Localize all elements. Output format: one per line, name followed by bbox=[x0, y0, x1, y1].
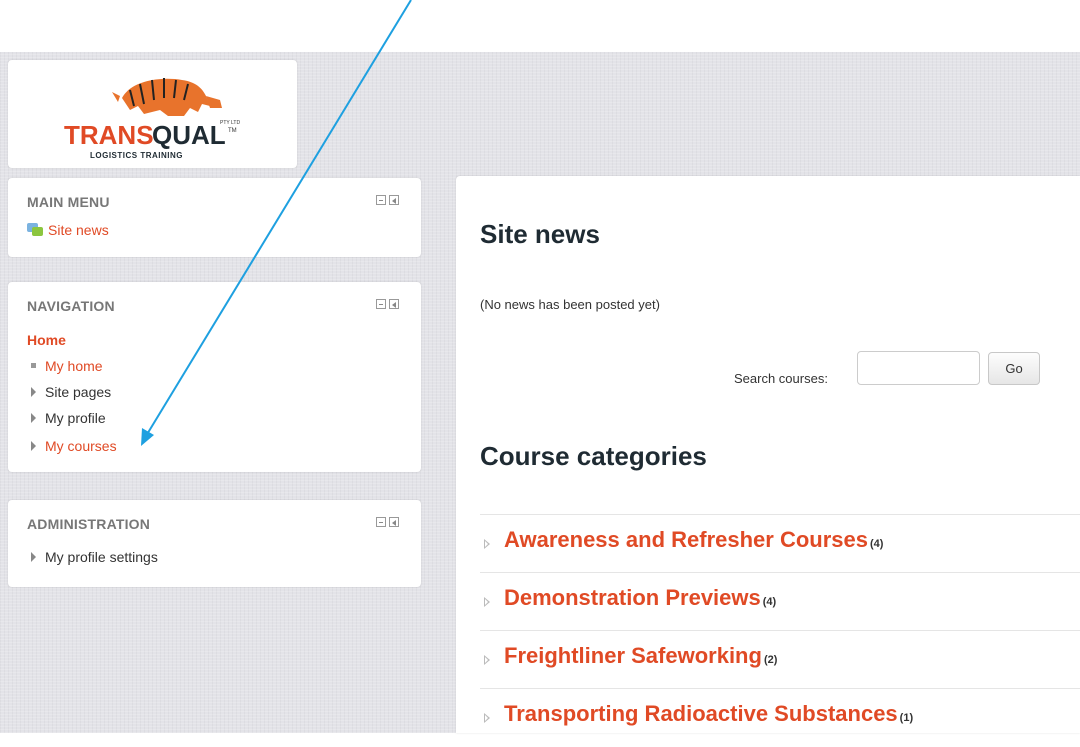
nav-item-my-profile[interactable]: My profile bbox=[31, 410, 106, 426]
administration-title: ADMINISTRATION bbox=[27, 516, 151, 532]
category-row: Awareness and Refresher Courses (4) bbox=[480, 514, 1080, 573]
category-link[interactable]: Awareness and Refresher Courses (4) bbox=[504, 527, 883, 553]
svg-text:PTY LTD: PTY LTD bbox=[220, 120, 240, 126]
navigation-title: NAVIGATION bbox=[27, 298, 115, 314]
expand-category-icon[interactable] bbox=[484, 713, 490, 723]
no-news-message: (No news has been posted yet) bbox=[480, 297, 660, 312]
bullet-square-icon bbox=[31, 363, 36, 368]
category-link[interactable]: Transporting Radioactive Substances (1) bbox=[504, 701, 913, 727]
expand-category-icon[interactable] bbox=[484, 539, 490, 549]
nav-item-my-courses[interactable]: My courses bbox=[31, 438, 117, 454]
main-menu-item-site-news[interactable]: Site news bbox=[27, 222, 109, 238]
site-news-icon bbox=[27, 223, 43, 237]
admin-item-label[interactable]: My profile settings bbox=[45, 549, 158, 565]
nav-item-label[interactable]: My home bbox=[45, 358, 103, 374]
category-count: (4) bbox=[762, 596, 777, 608]
dock-block-icon[interactable] bbox=[389, 299, 399, 309]
expand-triangle-icon[interactable] bbox=[31, 387, 36, 397]
category-count: (4) bbox=[869, 538, 884, 550]
search-go-button[interactable]: Go bbox=[988, 352, 1040, 385]
dock-block-icon[interactable] bbox=[389, 195, 399, 205]
svg-text:QUAL: QUAL bbox=[152, 120, 226, 150]
navigation-block: NAVIGATION Home My home Site pages My pr… bbox=[8, 282, 421, 472]
nav-item-label[interactable]: Site pages bbox=[45, 384, 111, 400]
site-news-link[interactable]: Site news bbox=[48, 222, 109, 238]
svg-text:TM: TM bbox=[228, 128, 237, 134]
category-row: Demonstration Previews (4) bbox=[480, 572, 1080, 631]
nav-home-link[interactable]: Home bbox=[27, 332, 66, 348]
main-content: Site news (No news has been posted yet) … bbox=[456, 176, 1080, 733]
tiger-logo-icon: TRANS QUAL PTY LTD TM LOGISTICS TRAINING bbox=[64, 78, 240, 160]
nav-item-label[interactable]: My courses bbox=[45, 438, 117, 454]
main-menu-block: MAIN MENU Site news bbox=[8, 178, 421, 257]
category-link[interactable]: Freightliner Safeworking (2) bbox=[504, 643, 777, 669]
category-row: Freightliner Safeworking (2) bbox=[480, 630, 1080, 689]
site-news-heading: Site news bbox=[480, 219, 600, 249]
svg-text:TRANS: TRANS bbox=[64, 120, 154, 150]
search-courses-label: Search courses: bbox=[734, 371, 828, 386]
collapse-block-icon[interactable] bbox=[376, 299, 386, 309]
course-categories-heading: Course categories bbox=[480, 441, 707, 471]
expand-triangle-icon[interactable] bbox=[31, 413, 36, 423]
category-row: Transporting Radioactive Substances (1) bbox=[480, 688, 1080, 747]
expand-triangle-icon[interactable] bbox=[31, 441, 36, 451]
administration-block: ADMINISTRATION My profile settings bbox=[8, 500, 421, 587]
category-count: (2) bbox=[763, 654, 778, 666]
expand-category-icon[interactable] bbox=[484, 597, 490, 607]
main-menu-title: MAIN MENU bbox=[27, 194, 110, 210]
expand-triangle-icon[interactable] bbox=[31, 552, 36, 562]
search-courses-input[interactable] bbox=[857, 351, 980, 385]
category-link[interactable]: Demonstration Previews (4) bbox=[504, 585, 776, 611]
svg-text:LOGISTICS TRAINING: LOGISTICS TRAINING bbox=[90, 151, 183, 160]
collapse-block-icon[interactable] bbox=[376, 195, 386, 205]
expand-category-icon[interactable] bbox=[484, 655, 490, 665]
nav-item-my-home[interactable]: My home bbox=[31, 358, 103, 374]
site-logo[interactable]: TRANS QUAL PTY LTD TM LOGISTICS TRAINING bbox=[8, 60, 297, 168]
category-count: (1) bbox=[899, 712, 914, 724]
dock-block-icon[interactable] bbox=[389, 517, 399, 527]
nav-item-site-pages[interactable]: Site pages bbox=[31, 384, 111, 400]
admin-item-my-profile-settings[interactable]: My profile settings bbox=[31, 549, 158, 565]
collapse-block-icon[interactable] bbox=[376, 517, 386, 527]
nav-item-label[interactable]: My profile bbox=[45, 410, 106, 426]
